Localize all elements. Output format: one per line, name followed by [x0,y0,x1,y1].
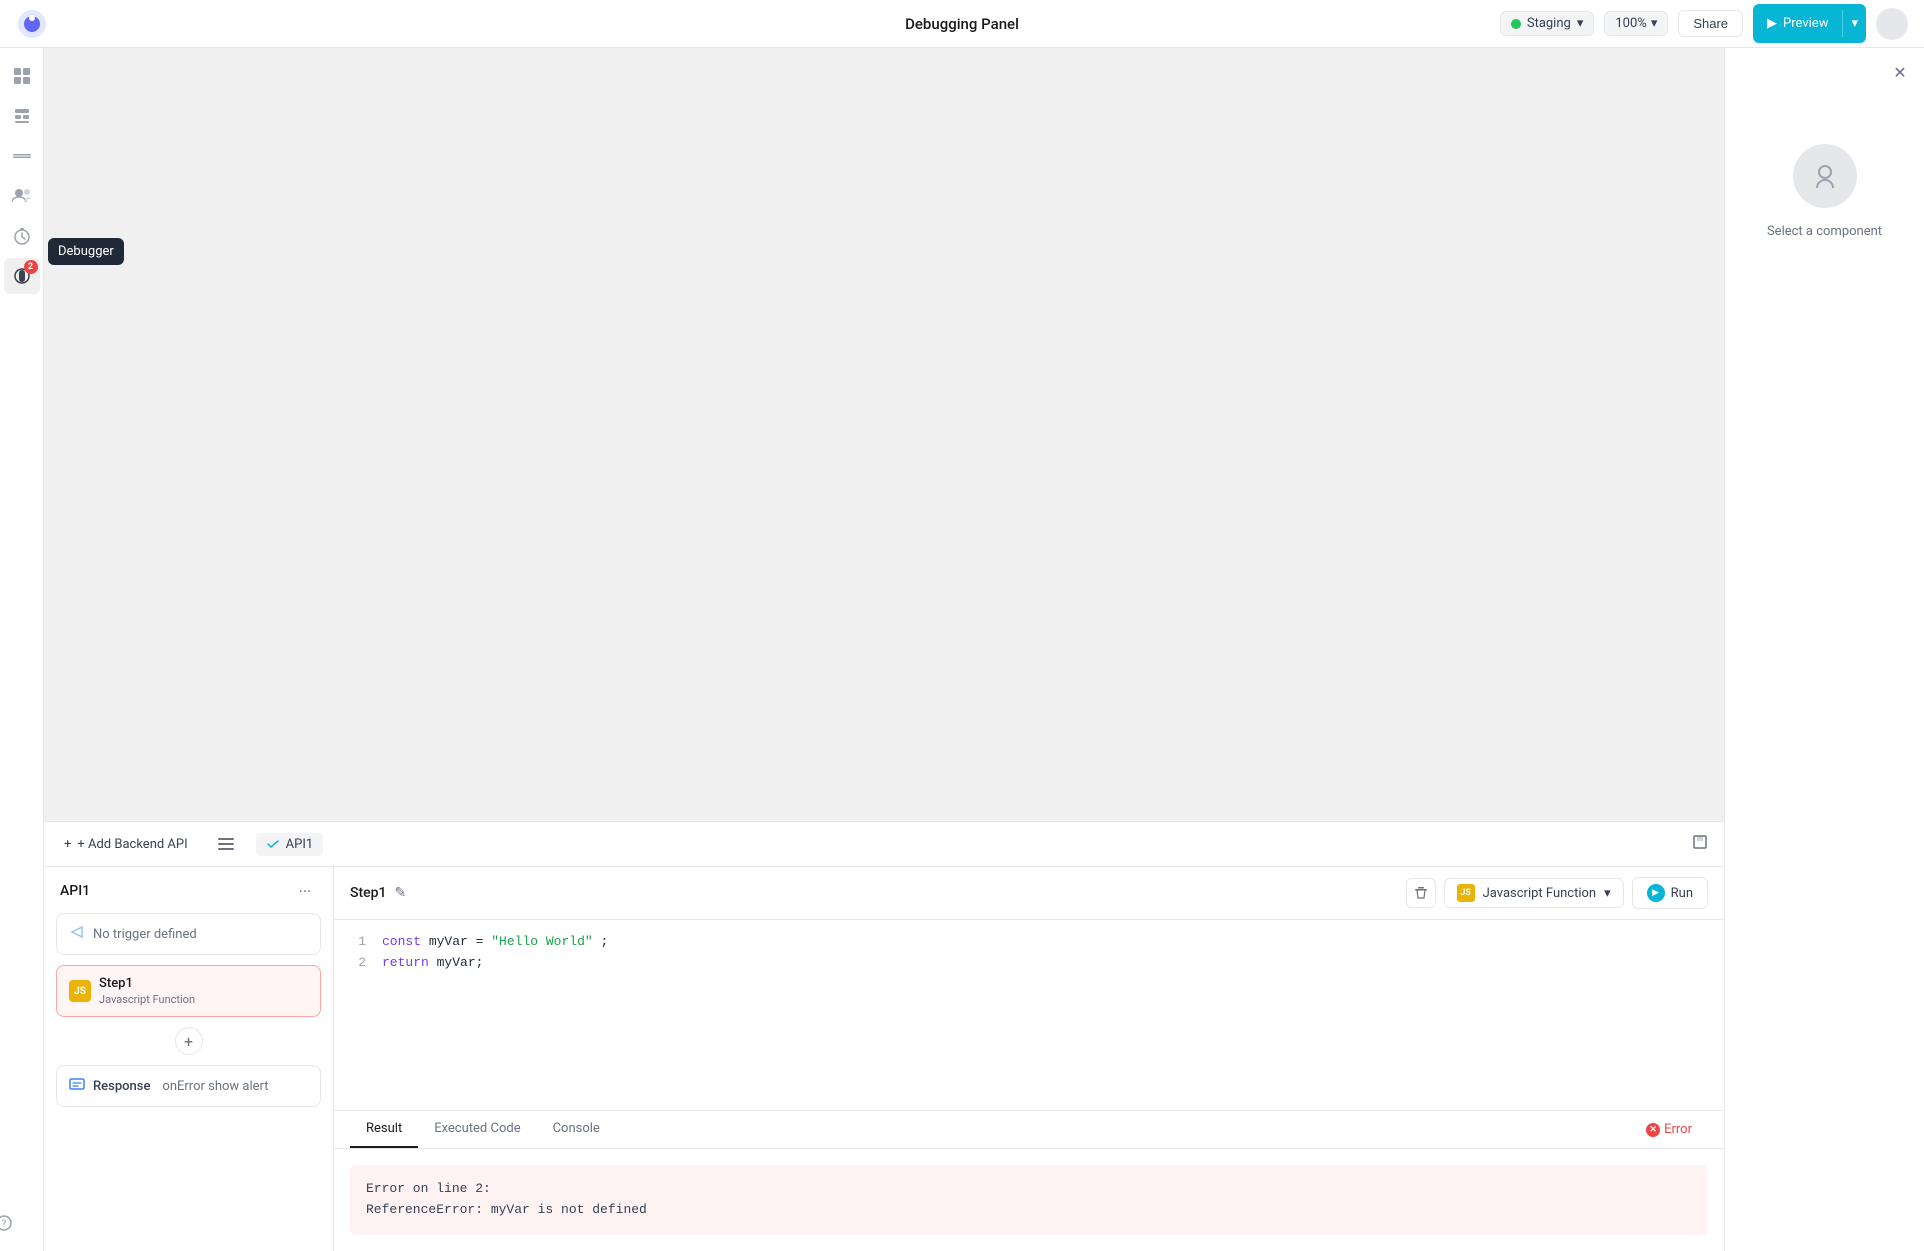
api-header: API1 ··· [56,879,321,903]
results-section: Result Executed Code Console ✕ Error Err… [334,1110,1724,1251]
preview-label: Preview [1783,16,1828,31]
error-line-2: ReferenceError: myVar is not defined [366,1200,1692,1221]
expand-button[interactable] [1688,830,1712,858]
error-line-1: Error on line 2: [366,1179,1692,1200]
response-sub: onError show alert [162,1079,268,1094]
sidebar-item-grid[interactable] [4,58,40,94]
step-name: Step1 [99,976,195,991]
zoom-chevron-icon: ▾ [1651,16,1658,31]
response-item: Response onError show alert [56,1065,321,1107]
preview-dropdown[interactable]: ▾ [1843,10,1866,37]
step-title-area: Step1 ✎ [350,885,406,901]
code-line-1: 1 const myVar = "Hello World" ; [350,932,1708,953]
api-tab-label: API1 [286,837,314,852]
select-component-area: Select a component [1767,144,1882,239]
main-layout: 2 Debugger ? + + Add Backend API [0,48,1924,1251]
api-name: API1 [60,883,90,899]
run-button[interactable]: ▶ Run [1632,877,1708,909]
staging-chevron-icon: ▾ [1577,16,1584,31]
api-list: API1 ··· No trigger defined JS [44,867,334,1251]
preview-button[interactable]: ▶ Preview ▾ [1753,4,1866,43]
step-type: Javascript Function [99,993,195,1006]
api1-tab[interactable]: API1 [256,833,324,856]
status-badge[interactable]: Staging ▾ [1500,11,1595,36]
step-title: Step1 [350,885,386,901]
zoom-value: 100% [1615,16,1646,31]
status-dot [1511,19,1521,29]
error-label: Error [1664,1122,1692,1137]
app-logo[interactable] [16,8,48,40]
api-more-button[interactable]: ··· [293,879,317,903]
function-type-chevron-icon: ▾ [1604,886,1611,901]
code-header-right: JS Javascript Function ▾ ▶ Run [1406,877,1708,909]
edit-icon[interactable]: ✎ [394,885,406,901]
topbar-left [16,8,48,40]
zoom-badge[interactable]: 100% ▾ [1604,11,1668,36]
add-backend-api-button[interactable]: + + Add Backend API [56,833,196,856]
code-editor[interactable]: 1 const myVar = "Hello World" ; 2 [334,920,1724,1110]
share-button[interactable]: Share [1678,10,1743,37]
js-badge: JS [1457,884,1475,902]
results-content: Error on line 2: ReferenceError: myVar i… [334,1149,1724,1251]
code-panel: Step1 ✎ [334,867,1724,1251]
tab-result[interactable]: Result [350,1111,418,1148]
results-tabs: Result Executed Code Console ✕ Error [334,1111,1724,1149]
run-label: Run [1671,886,1693,901]
help-icon[interactable]: ? [0,1205,22,1241]
error-dot-icon: ✕ [1646,1123,1660,1137]
canvas-top [44,48,1724,821]
preview-main[interactable]: ▶ Preview [1753,10,1843,37]
response-icon [69,1076,85,1096]
trigger-icon [69,924,85,944]
plus-icon: + [64,837,71,852]
delete-button[interactable] [1406,878,1436,908]
step-js-badge: JS [69,980,91,1002]
step-item[interactable]: JS Step1 Javascript Function [56,965,321,1017]
sidebar-item-debugger[interactable]: 2 [4,258,40,294]
select-component-label: Select a component [1767,224,1882,239]
tab-executed-code[interactable]: Executed Code [418,1111,536,1148]
sidebar-item-timer[interactable] [4,218,40,254]
bottom-toolbar: + + Add Backend API API1 [44,822,1724,867]
page-title: Debugging Panel [905,15,1019,33]
function-type-selector[interactable]: JS Javascript Function ▾ [1444,878,1624,908]
left-sidebar: 2 Debugger ? [0,48,44,1251]
step-info: Step1 Javascript Function [99,976,195,1006]
sidebar-item-menu[interactable] [4,138,40,174]
topbar-right: Staging ▾ 100% ▾ Share ▶ Preview ▾ [1500,4,1908,43]
line-num-1: 1 [350,932,366,953]
add-step-button[interactable]: + [175,1027,203,1055]
tab-console[interactable]: Console [537,1111,616,1148]
trigger-item: No trigger defined [56,913,321,955]
staging-label: Staging [1527,16,1571,31]
bottom-panel: + + Add Backend API API1 [44,821,1724,1251]
response-label: Response [93,1079,150,1094]
component-placeholder [1793,144,1857,208]
bottom-content: API1 ··· No trigger defined JS [44,867,1724,1251]
close-button[interactable]: ✕ [1888,60,1912,84]
run-icon: ▶ [1647,884,1665,902]
sidebar-item-users[interactable] [4,178,40,214]
debugger-tooltip: Debugger [48,238,124,265]
list-menu-button[interactable] [212,830,240,858]
code-line-2: 2 return myVar; [350,953,1708,974]
function-type-label: Javascript Function [1483,886,1596,901]
sidebar-bottom: ? [4,1205,40,1241]
add-api-label: + Add Backend API [77,837,187,852]
error-box: Error on line 2: ReferenceError: myVar i… [350,1165,1708,1235]
error-status-badge: ✕ Error [1630,1114,1708,1145]
svg-text:?: ? [1,1219,6,1230]
code-header: Step1 ✎ [334,867,1724,920]
right-panel: ✕ Select a component [1724,48,1924,1251]
sidebar-item-apps[interactable] [4,98,40,134]
play-icon: ▶ [1767,16,1777,31]
canvas-area: + + Add Backend API API1 [44,48,1724,1251]
user-avatar[interactable] [1876,8,1908,40]
line-num-2: 2 [350,953,366,974]
trigger-label: No trigger defined [93,927,197,942]
debugger-badge: 2 [24,260,38,274]
topbar: Debugging Panel Staging ▾ 100% ▾ Share ▶… [0,0,1924,48]
